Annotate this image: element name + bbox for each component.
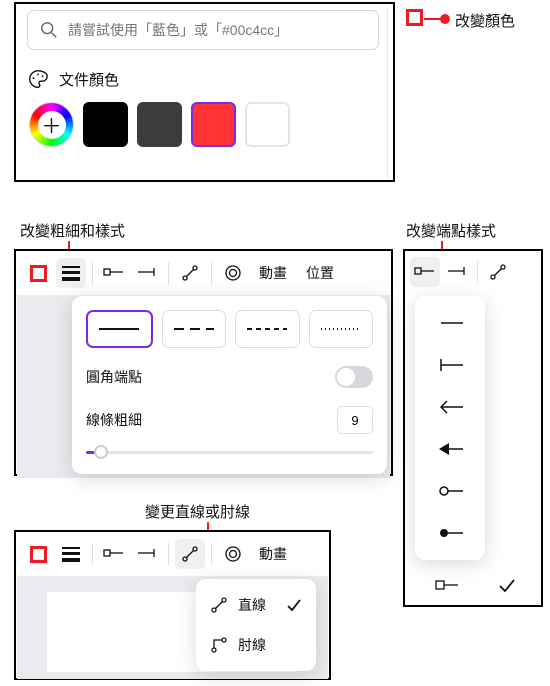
linetype-panel: 動畫 直線 肘線 bbox=[14, 530, 331, 680]
straight-icon bbox=[181, 545, 199, 563]
endpoint-bar[interactable] bbox=[415, 344, 485, 386]
line-start-icon bbox=[414, 267, 436, 277]
endpoint-circle-open[interactable] bbox=[415, 470, 485, 512]
swatch-black[interactable] bbox=[83, 102, 128, 147]
straight-icon bbox=[181, 264, 199, 282]
animation-icon-button[interactable] bbox=[218, 539, 248, 569]
line-weight-icon bbox=[61, 546, 81, 562]
annotation-style: 改變粗細和樣式 bbox=[20, 220, 125, 241]
color-button[interactable] bbox=[23, 539, 53, 569]
search-input[interactable] bbox=[68, 22, 366, 38]
line-type-button[interactable] bbox=[175, 258, 205, 288]
position-label[interactable]: 位置 bbox=[298, 263, 342, 283]
rounded-cap-toggle[interactable] bbox=[335, 366, 373, 388]
line-start-icon bbox=[103, 549, 125, 559]
annotation-endpoints: 改變端點樣式 bbox=[406, 220, 496, 241]
palette-icon bbox=[27, 68, 49, 90]
check-icon bbox=[286, 598, 302, 612]
line-start-button[interactable] bbox=[410, 257, 440, 287]
swatch-row: ＋ bbox=[29, 102, 379, 147]
line-start-icon bbox=[103, 268, 125, 278]
animate-icon bbox=[224, 545, 242, 563]
line-end-icon bbox=[136, 268, 158, 278]
search-icon bbox=[40, 21, 58, 39]
annotation-linetype: 變更直線或肘線 bbox=[145, 501, 250, 522]
option-straight-label: 直線 bbox=[238, 595, 266, 615]
line-style-dropdown: 圓角端點 線條粗細 bbox=[72, 296, 387, 474]
color-button-preview bbox=[406, 9, 423, 26]
line-end-button[interactable] bbox=[132, 258, 162, 288]
rounded-cap-label: 圓角端點 bbox=[86, 367, 142, 387]
swatch-white[interactable] bbox=[245, 102, 290, 147]
annotation-color: 改變顏色 bbox=[455, 10, 515, 31]
animation-label[interactable]: 動畫 bbox=[251, 544, 295, 564]
endpoint-arrow-open[interactable] bbox=[415, 386, 485, 428]
animation-label[interactable]: 動畫 bbox=[251, 263, 295, 283]
line-end-button[interactable] bbox=[132, 539, 162, 569]
endpoint-none[interactable] bbox=[415, 302, 485, 344]
swatch-add[interactable]: ＋ bbox=[29, 102, 74, 147]
style-solid[interactable] bbox=[86, 310, 153, 348]
line-end-icon bbox=[446, 267, 468, 277]
straight-icon bbox=[489, 263, 507, 281]
swatch-red[interactable] bbox=[191, 102, 236, 147]
endpoints-panel bbox=[403, 249, 543, 607]
line-weight-input[interactable] bbox=[337, 406, 373, 434]
toolbar: 動畫 位置 bbox=[16, 251, 391, 296]
line-weight-label: 線條粗細 bbox=[86, 410, 142, 430]
document-colors-label: 文件顏色 bbox=[59, 69, 119, 90]
line-type-button[interactable] bbox=[175, 539, 205, 569]
endpoint-dropdown bbox=[415, 296, 485, 560]
animation-icon-button[interactable] bbox=[218, 258, 248, 288]
straight-icon bbox=[210, 596, 228, 614]
line-end-icon bbox=[136, 549, 158, 559]
color-panel: 文件顏色 ＋ bbox=[14, 2, 395, 182]
style-dotted[interactable] bbox=[309, 310, 374, 348]
color-search[interactable] bbox=[27, 10, 379, 50]
style-panel: 動畫 位置 圓角端點 線條粗細 bbox=[14, 249, 393, 476]
swatch-gray[interactable] bbox=[137, 102, 182, 147]
endpoint-square-open-icon[interactable] bbox=[434, 579, 460, 591]
check-icon bbox=[497, 577, 517, 593]
line-weight-icon bbox=[61, 265, 81, 281]
line-style-button[interactable] bbox=[56, 539, 86, 569]
style-dash-short[interactable] bbox=[235, 310, 300, 348]
option-elbow[interactable]: 肘線 bbox=[196, 625, 316, 665]
elbow-icon bbox=[210, 636, 228, 654]
line-end-button[interactable] bbox=[442, 257, 472, 287]
endpoint-arrow-solid[interactable] bbox=[415, 428, 485, 470]
line-type-button[interactable] bbox=[483, 257, 513, 287]
line-style-button[interactable] bbox=[56, 258, 86, 288]
line-weight-slider[interactable] bbox=[86, 444, 373, 460]
color-button[interactable] bbox=[23, 258, 53, 288]
animate-icon bbox=[224, 264, 242, 282]
line-start-button[interactable] bbox=[99, 258, 129, 288]
line-start-button[interactable] bbox=[99, 539, 129, 569]
linetype-dropdown: 直線 肘線 bbox=[196, 579, 316, 671]
endpoint-circle-solid[interactable] bbox=[415, 512, 485, 554]
option-straight[interactable]: 直線 bbox=[196, 585, 316, 625]
option-elbow-label: 肘線 bbox=[238, 635, 266, 655]
style-dash-long[interactable] bbox=[162, 310, 227, 348]
